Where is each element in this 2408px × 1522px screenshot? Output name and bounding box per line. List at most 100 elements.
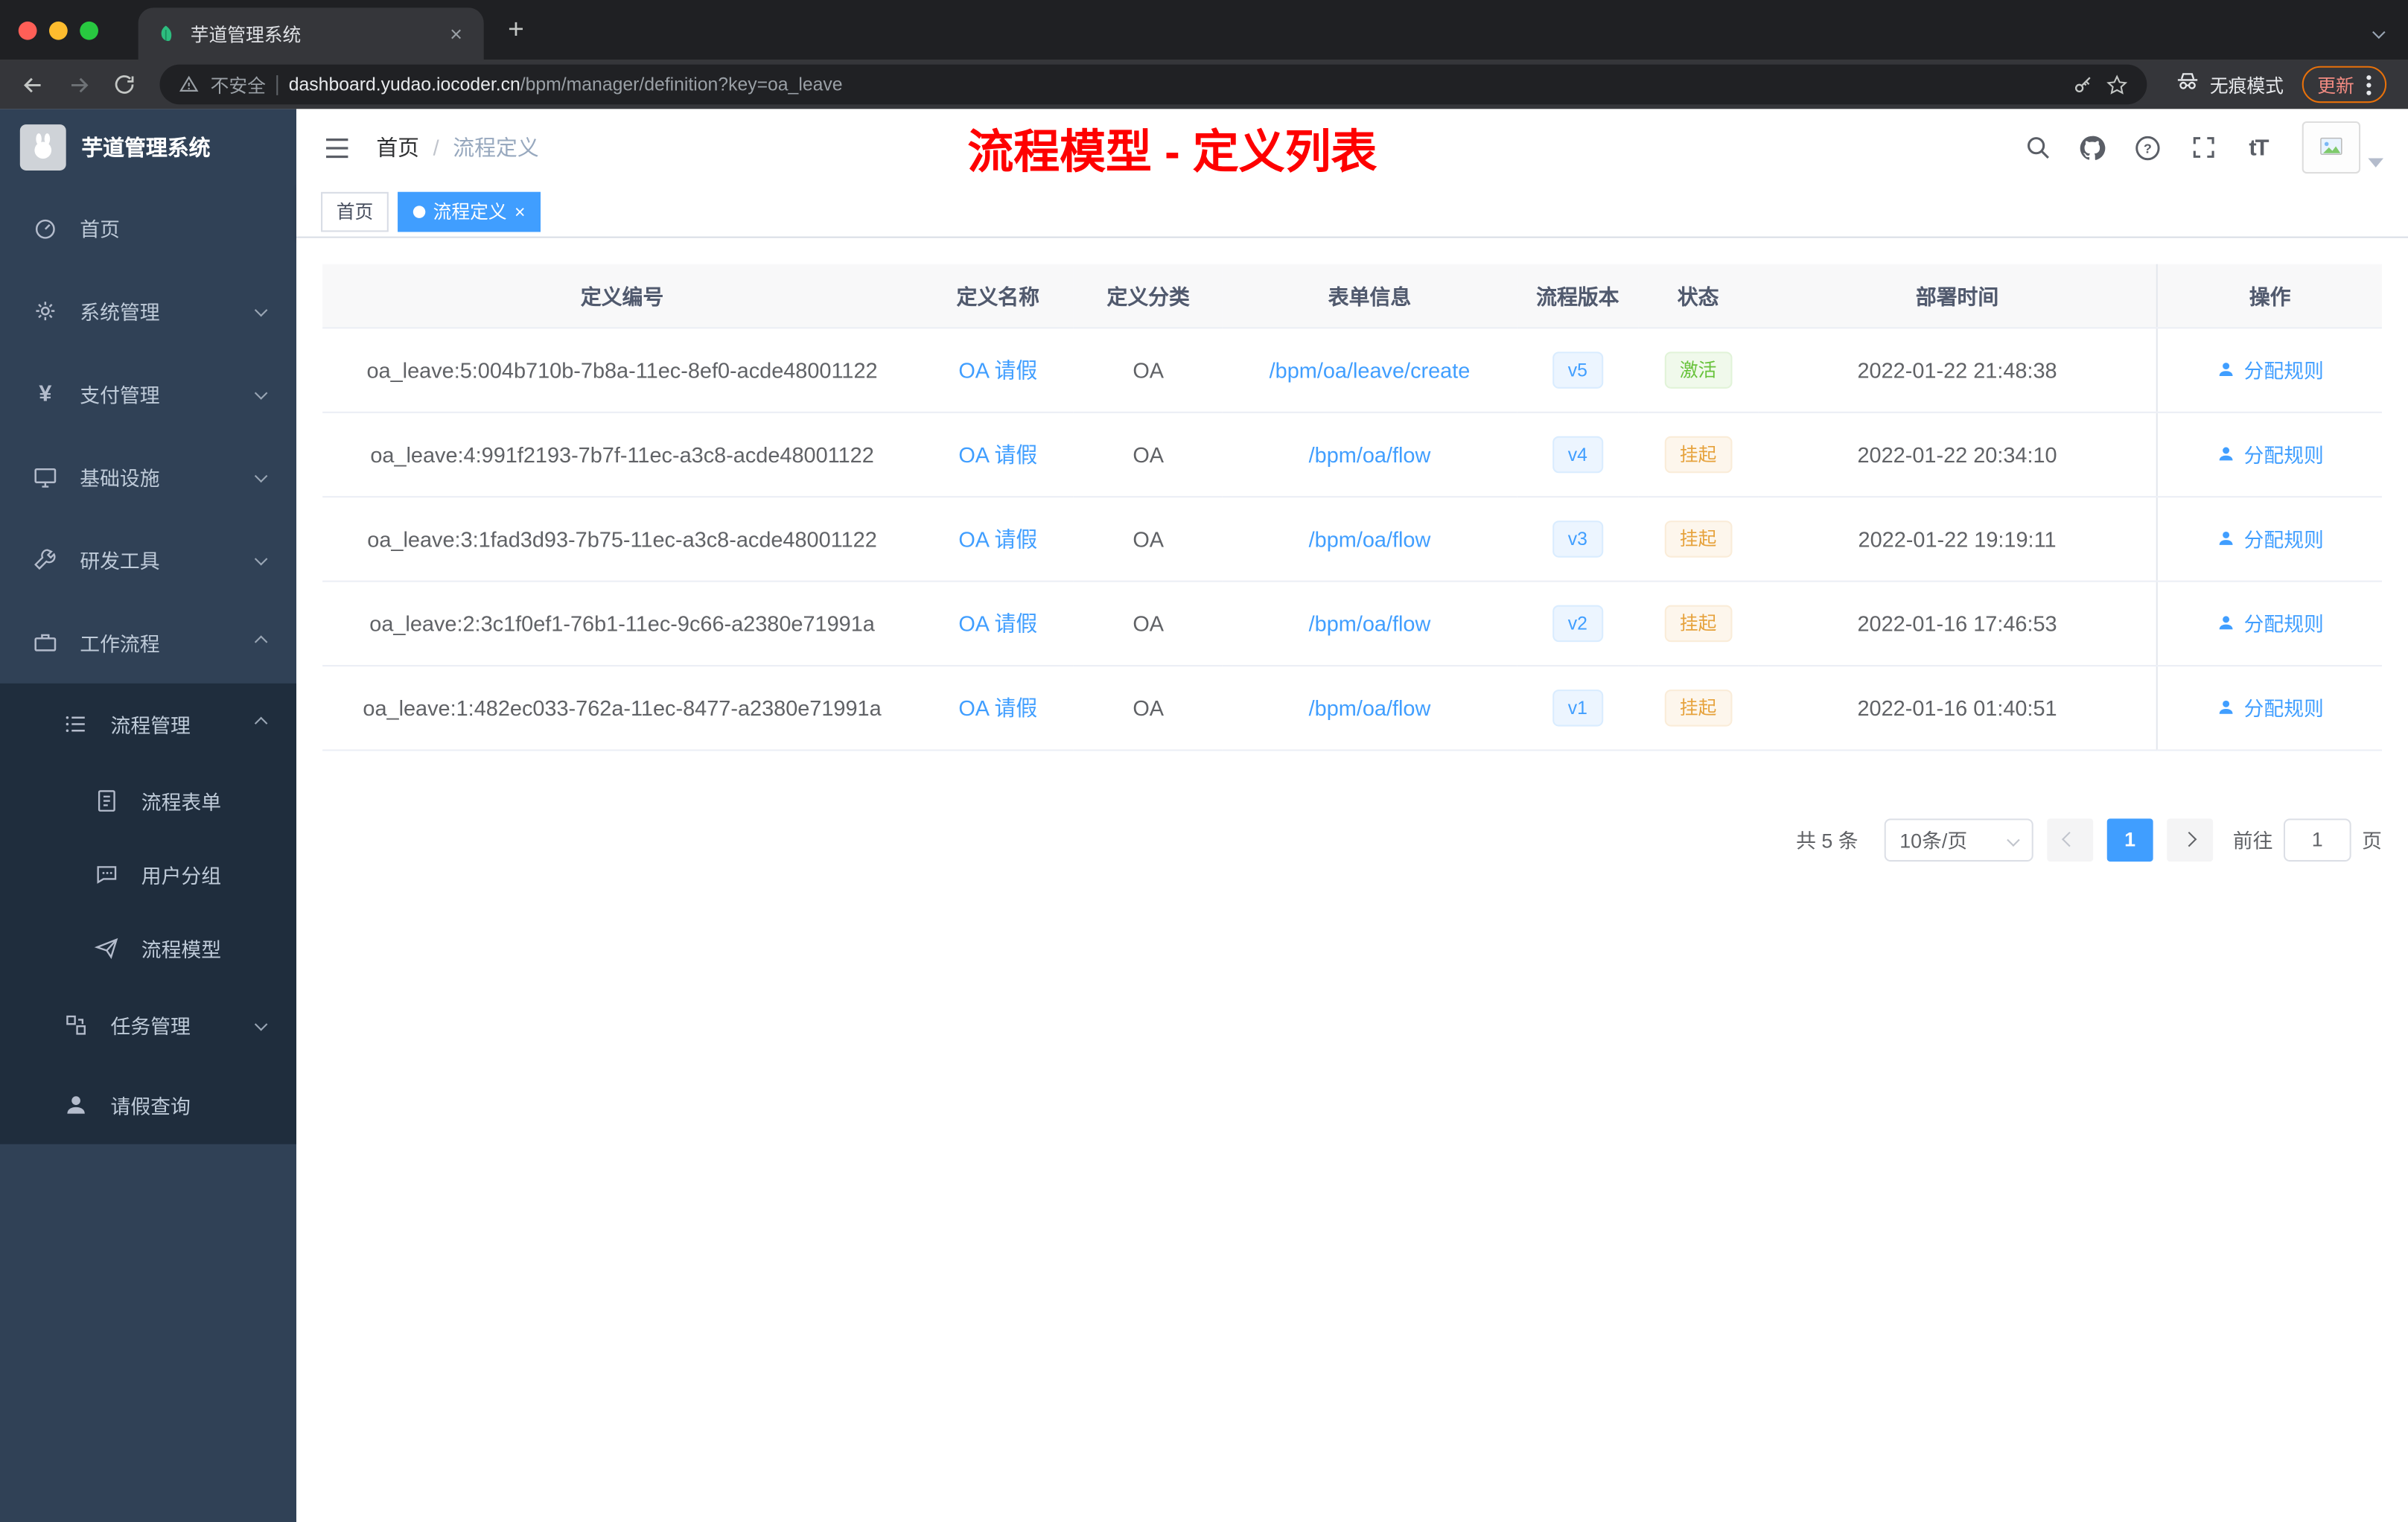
tasks-icon [63,1011,89,1037]
breadcrumb: 首页 / 流程定义 [376,132,538,162]
definition-name-link[interactable]: OA 请假 [958,611,1037,635]
assign-rule-button[interactable]: 分配规则 [2216,523,2324,553]
chat-bubble-icon [94,861,120,887]
update-label: 更新 [2317,74,2354,96]
table-row: oa_leave:1:482ec033-762a-11ec-8477-a2380… [322,665,2382,751]
fullscreen-icon[interactable] [2188,133,2217,162]
avatar [2302,121,2361,174]
page-unit-label: 页 [2362,829,2382,853]
definition-name-link[interactable]: OA 请假 [958,442,1037,466]
form-link[interactable]: /bpm/oa/flow [1309,695,1431,719]
cell-deploy-time: 2022-01-16 17:46:53 [1757,580,2158,666]
list-icon [63,710,89,736]
sidebar-item-user-group[interactable]: 用户分组 [0,837,296,911]
sidebar-item-infra[interactable]: 基础设施 [0,435,296,518]
assign-rule-label: 分配规则 [2243,612,2324,636]
assign-rule-label: 分配规则 [2243,528,2324,552]
page-size-select[interactable]: 10条/页 [1884,818,2033,862]
sidebar-item-task-management[interactable]: 任务管理 [0,984,296,1064]
url-text[interactable]: dashboard.yudao.iocoder.cn/bpm/manager/d… [289,74,2061,95]
sidebar-item-leave-query[interactable]: 请假查询 [0,1064,296,1144]
top-navbar: 首页 / 流程定义 流程模型 - 定义列表 ? tT [296,109,2408,186]
cell-category: OA [1074,496,1223,582]
col-process-version: 流程版本 [1517,264,1639,328]
search-icon[interactable] [2022,133,2051,162]
window-close-button[interactable] [18,20,37,39]
chevron-down-icon [2007,832,2020,846]
sidebar-item-label: 请假查询 [110,1094,191,1118]
tag-home[interactable]: 首页 [321,191,389,232]
cell-definition-id: oa_leave:3:1fad3d93-7b75-11ec-a3c8-acde4… [322,496,922,582]
sidebar-item-process-management[interactable]: 流程管理 [0,684,296,763]
reload-button[interactable] [104,66,144,104]
form-link[interactable]: /bpm/oa/leave/create [1270,357,1471,382]
sidebar-item-label: 流程管理 [110,713,191,736]
github-icon[interactable] [2078,133,2107,162]
sidebar-item-label: 系统管理 [80,300,160,324]
help-icon[interactable]: ? [2133,133,2162,162]
tab-search-chevron-icon[interactable] [2372,16,2386,44]
tag-process-definition[interactable]: 流程定义 × [398,191,541,232]
window-minimize-button[interactable] [49,20,68,39]
chevron-down-icon [254,1017,268,1031]
assign-rule-label: 分配规则 [2243,359,2324,383]
password-key-icon[interactable] [2071,73,2095,96]
browser-menu-icon[interactable] [2366,74,2372,95]
sidebar-item-system[interactable]: 系统管理 [0,269,296,351]
status-badge: 挂起 [1664,520,1732,557]
goto-page-input[interactable] [2283,818,2351,862]
form-link[interactable]: /bpm/oa/flow [1309,611,1431,635]
yen-icon: ¥ [39,380,52,407]
assign-rule-button[interactable]: 分配规则 [2216,439,2324,468]
cell-category: OA [1074,580,1223,666]
bookmark-star-icon[interactable] [2106,73,2129,96]
prev-page-button[interactable] [2047,818,2094,862]
browser-update-button[interactable]: 更新 [2302,66,2387,104]
browser-tab[interactable]: 芋道管理系统 × [138,7,484,60]
back-button[interactable] [13,66,53,104]
app-frame: 芋道管理系统 首页 系统管理 ¥ 支付管理 基础设施 研发工具 工作流程 流程管… [0,109,2408,1522]
version-badge: v5 [1552,351,1603,388]
forward-button[interactable] [58,66,98,104]
cell-deploy-time: 2022-01-22 19:19:11 [1757,496,2158,582]
tab-close-icon[interactable]: × [444,22,468,46]
logo-avatar [19,124,66,171]
assign-rule-button[interactable]: 分配规则 [2216,354,2324,383]
incognito-icon [2174,69,2200,100]
sidebar-item-devtools[interactable]: 研发工具 [0,518,296,600]
sidebar-logo[interactable]: 芋道管理系统 [0,109,296,185]
sidebar-item-payment[interactable]: ¥ 支付管理 [0,351,296,434]
breadcrumb-home[interactable]: 首页 [376,132,419,162]
definition-name-link[interactable]: OA 请假 [958,526,1037,550]
definition-name-link[interactable]: OA 请假 [958,695,1037,719]
form-link[interactable]: /bpm/oa/flow [1309,442,1431,466]
workflow-submenu: 流程管理 流程表单 用户分组 流程模型 任务管理 请假查询 [0,683,297,1144]
url-domain: dashboard.yudao.iocoder.cn [288,74,520,95]
address-bar[interactable]: 不安全 dashboard.yudao.iocoder.cn/bpm/manag… [159,64,2147,105]
definition-name-link[interactable]: OA 请假 [958,357,1037,382]
new-tab-button[interactable]: + [496,10,536,50]
sidebar: 芋道管理系统 首页 系统管理 ¥ 支付管理 基础设施 研发工具 工作流程 流程管… [0,109,297,1522]
briefcase-icon [32,629,58,655]
tag-close-icon[interactable]: × [515,202,525,220]
next-page-button[interactable] [2167,818,2213,862]
assign-rule-button[interactable]: 分配规则 [2216,692,2324,722]
current-page-button[interactable]: 1 [2106,818,2153,862]
sidebar-item-workflow[interactable]: 工作流程 [0,600,296,683]
assign-rule-button[interactable]: 分配规则 [2216,608,2324,637]
window-zoom-button[interactable] [80,20,98,39]
cell-category: OA [1074,665,1223,751]
user-menu[interactable] [2302,121,2383,174]
sidebar-collapse-icon[interactable] [321,132,351,162]
form-link[interactable]: /bpm/oa/flow [1309,526,1431,550]
font-size-icon[interactable]: tT [2243,133,2272,162]
security-label[interactable]: 不安全 [211,71,266,98]
sidebar-item-process-model[interactable]: 流程模型 [0,911,296,984]
sidebar-item-home[interactable]: 首页 [0,186,296,269]
traffic-lights [18,20,98,39]
annotation-title: 流程模型 - 定义列表 [967,127,1377,179]
sidebar-item-label: 任务管理 [110,1014,191,1038]
sidebar-item-process-form[interactable]: 流程表单 [0,763,296,837]
caret-down-icon [2368,158,2383,168]
sidebar-item-label: 首页 [80,217,120,241]
